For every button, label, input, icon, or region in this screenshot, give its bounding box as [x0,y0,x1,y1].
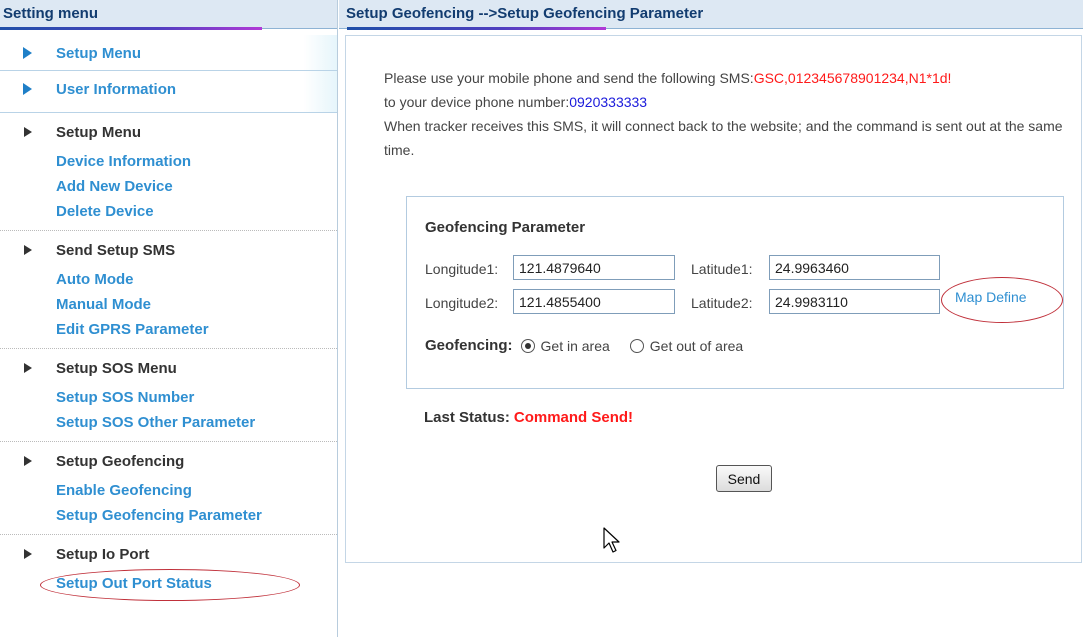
mouse-cursor-icon [603,527,620,553]
instruction-text: Please use your mobile phone and send th… [384,70,754,86]
radio-get-out-of-area[interactable] [629,338,644,353]
last-status: Last Status: Command Send! [424,409,633,426]
map-define-link[interactable]: Map Define [955,289,1027,305]
content-box: Please use your mobile phone and send th… [345,35,1082,563]
latitude1-label: Latitude1: [691,261,753,277]
menu-link-manual-mode[interactable]: Manual Mode [0,294,337,319]
geofencing-mode-row: Geofencing: Get in area Get out of area [425,337,763,354]
send-button[interactable]: Send [716,465,772,492]
group-title: Setup Geofencing [0,442,337,480]
menu-link-add-new-device[interactable]: Add New Device [0,176,337,201]
status-label: Last Status: [424,409,510,426]
longitude2-label: Longitude2: [425,295,499,311]
menu-link-enable-geofencing[interactable]: Enable Geofencing [0,480,337,505]
main-panel: Setup Geofencing -->Setup Geofencing Par… [339,0,1083,637]
menu-group-setup-menu: Setup Menu Device Information Add New De… [0,113,337,231]
menu-link-delete-device[interactable]: Delete Device [0,201,337,226]
group-title: Setup Menu [0,113,337,151]
group-title-label: Setup Menu [56,124,141,141]
instruction-text: to your device phone number: [384,94,570,110]
group-title-label: Setup SOS Menu [56,360,177,377]
sidebar-item-label[interactable]: Setup Menu [56,45,141,62]
menu-link-setup-out-port-status[interactable]: Setup Out Port Status [0,573,337,598]
sidebar-header: Setting menu [0,0,337,30]
group-title-label: Send Setup SMS [56,242,176,259]
play-arrow-icon [24,456,32,466]
longitude2-input[interactable] [513,289,675,314]
status-value: Command Send! [513,409,634,426]
menu-link-setup-sos-number[interactable]: Setup SOS Number [0,387,337,412]
menu-link-setup-geofencing-parameter[interactable]: Setup Geofencing Parameter [0,505,337,530]
latitude1-input[interactable] [769,255,940,280]
radio-get-in-area[interactable] [520,338,535,353]
menu-group-setup-io-port: Setup Io Port Setup Out Port Status [0,535,337,601]
menu-link-device-information[interactable]: Device Information [0,151,337,176]
parameter-title: Geofencing Parameter [425,219,586,236]
main-header: Setup Geofencing -->Setup Geofencing Par… [339,0,1083,30]
menu-link-setup-sos-other-parameter[interactable]: Setup SOS Other Parameter [0,412,337,437]
group-title: Setup Io Port [0,535,337,573]
longitude1-label: Longitude1: [425,261,499,277]
sidebar-item-label[interactable]: User Information [56,81,176,98]
menu-group-setup-sos-menu: Setup SOS Menu Setup SOS Number Setup SO… [0,349,337,442]
radio-label[interactable]: Get out of area [650,338,743,354]
sidebar-item-setup-menu[interactable]: Setup Menu [0,35,337,71]
play-arrow-icon [24,245,32,255]
header-underline [347,27,606,30]
longitude1-input[interactable] [513,255,675,280]
latitude2-input[interactable] [769,289,940,314]
latitude2-label: Latitude2: [691,295,753,311]
geofencing-parameter-box: Geofencing Parameter Longitude1: Latitud… [406,196,1064,389]
group-title: Setup SOS Menu [0,349,337,387]
group-title-label: Setup Io Port [56,546,150,563]
sms-command: GSC,012345678901234,N1*1d! [753,70,952,86]
sidebar-item-user-information[interactable]: User Information [0,71,337,113]
play-arrow-icon [24,127,32,137]
play-arrow-icon [24,363,32,373]
play-arrow-icon [24,549,32,559]
play-arrow-icon [23,47,32,59]
phone-number: 0920333333 [569,94,648,110]
group-title-label: Setup Geofencing [56,453,185,470]
menu-link-auto-mode[interactable]: Auto Mode [0,269,337,294]
menu-link-edit-gprs-parameter[interactable]: Edit GPRS Parameter [0,319,337,344]
instruction-text: When tracker receives this SMS, it will … [384,118,1063,158]
play-arrow-icon [23,83,32,95]
page-title: Setup Geofencing -->Setup Geofencing Par… [346,5,704,22]
radio-label[interactable]: Get in area [541,338,610,354]
menu-group-send-setup-sms: Send Setup SMS Auto Mode Manual Mode Edi… [0,231,337,349]
instructions: Please use your mobile phone and send th… [384,66,1074,162]
geofencing-label: Geofencing: [425,337,513,354]
group-title: Send Setup SMS [0,231,337,269]
sidebar: Setting menu Setup Menu User Information… [0,0,338,637]
header-underline [0,27,262,30]
menu-group-setup-geofencing: Setup Geofencing Enable Geofencing Setup… [0,442,337,535]
sidebar-title: Setting menu [3,5,99,22]
